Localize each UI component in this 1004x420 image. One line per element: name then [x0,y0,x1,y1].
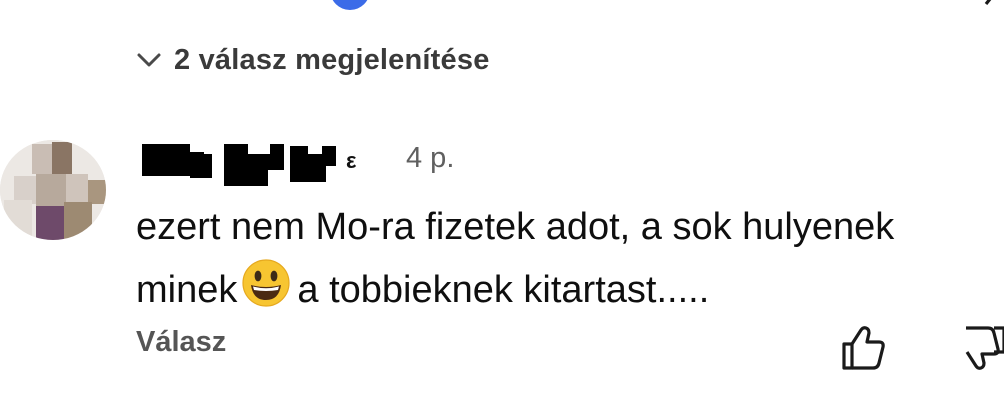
comment-text: ezert nem Mo-ra fizetek adot, a sok huly… [136,196,1004,321]
comment-timestamp[interactable]: 4 p. [406,142,454,175]
show-replies-label: 2 válasz megjelenítése [174,43,490,76]
previous-comment-actions [0,0,1004,10]
thumb-down-icon[interactable] [966,0,1004,6]
reply-button[interactable]: Válasz [136,326,226,359]
creator-heart-badge [330,0,370,10]
comment-text-line-2: minek a tobbieknek kitartast..... [136,258,1004,321]
thumb-down-icon[interactable] [960,324,1004,372]
chevron-down-icon [137,53,161,67]
comments-page: 2 válasz megjelenítése ε 4 p. ezert nem … [0,0,1004,420]
comment-text-line-1: ezert nem Mo-ra fizetek adot, a sok huly… [136,206,895,248]
thumb-up-icon[interactable] [840,324,888,372]
comment-author[interactable]: ε [140,140,360,186]
comment-text-before-emoji: minek [136,269,238,311]
previous-reply-count [380,0,420,3]
thumb-up-icon[interactable] [842,0,880,6]
comment-text-after-emoji: a tobbieknek kitartast..... [297,269,710,311]
avatar[interactable] [0,140,106,240]
show-replies-button[interactable]: 2 válasz megjelenítése [136,40,490,80]
grinning-face-emoji [242,259,290,307]
previous-comment-meta [150,0,222,4]
